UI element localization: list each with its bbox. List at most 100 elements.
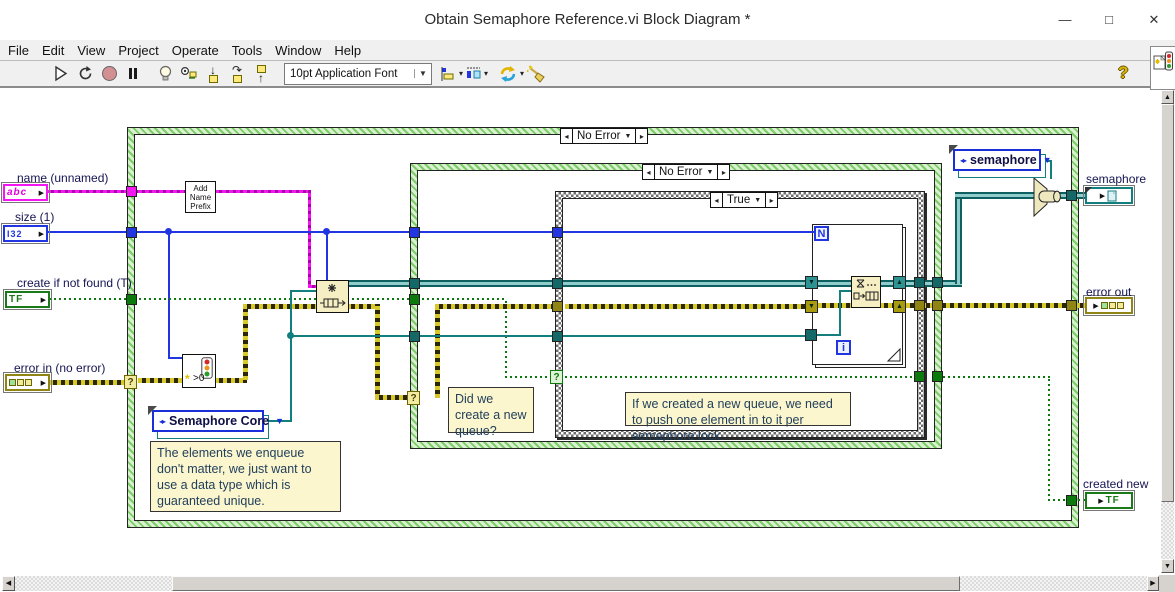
align-objects-button[interactable]: ▾	[440, 63, 463, 85]
scroll-right-button[interactable]: ▶	[1147, 576, 1159, 591]
tunnel-created-out2	[932, 371, 943, 382]
vi-icon[interactable]	[1150, 46, 1175, 90]
font-selector[interactable]: 10pt Application Font ▼	[284, 63, 432, 85]
horizontal-scrollbar-track[interactable]	[15, 576, 172, 591]
case-prev-icon[interactable]: ◂	[561, 129, 572, 143]
wire-junction	[323, 228, 330, 235]
menu-file[interactable]: File	[8, 43, 29, 58]
case-dropdown-icon[interactable]: ▼	[706, 169, 713, 176]
loop-iteration-terminal[interactable]: i	[836, 340, 851, 355]
wire-created-new-bool	[565, 376, 917, 378]
for-loop-page-fold	[887, 348, 901, 362]
menu-edit[interactable]: Edit	[42, 43, 64, 58]
case-next-icon[interactable]: ▸	[636, 129, 647, 143]
wire-size-i32	[326, 233, 328, 281]
case-prev-icon[interactable]: ◂	[643, 165, 654, 179]
case-prev-icon[interactable]: ◂	[711, 193, 722, 207]
outer-case-label[interactable]: ◂ No Error▼ ▸	[560, 128, 648, 144]
case-next-icon[interactable]: ▸	[718, 165, 729, 179]
case-dropdown-icon[interactable]: ▼	[624, 133, 631, 140]
step-into-icon: ↓	[210, 65, 216, 75]
validate-size-subvi[interactable]: * >0	[182, 354, 216, 388]
menu-operate[interactable]: Operate	[172, 43, 219, 58]
retain-wire-values-button[interactable]	[178, 63, 200, 85]
size-control-terminal[interactable]: I32 ▶	[3, 225, 48, 242]
pause-button[interactable]	[122, 63, 144, 85]
error-in-control-terminal[interactable]: ▶	[5, 374, 50, 391]
loop-count-terminal[interactable]: N	[814, 226, 829, 241]
vertical-scrollbar-thumb[interactable]	[1161, 104, 1174, 502]
run-button[interactable]	[50, 63, 72, 85]
menu-help[interactable]: Help	[334, 43, 361, 58]
error-in-label: error in (no error)	[14, 361, 105, 375]
wire-queue-refnum	[955, 192, 962, 284]
menu-tools[interactable]: Tools	[232, 43, 262, 58]
pause-icon	[129, 68, 132, 79]
input-arrow-icon: ▶	[1098, 497, 1103, 505]
retain-wire-values-icon	[180, 66, 198, 82]
scroll-up-button[interactable]: ▲	[1161, 90, 1174, 104]
type-cast-funnel-icon[interactable]	[1031, 177, 1065, 217]
error-out-indicator-terminal[interactable]: ▶	[1085, 297, 1133, 314]
semaphore-type-constant[interactable]: ◂▸ semaphore ▼	[953, 149, 1041, 173]
output-arrow-icon: ▶	[37, 230, 44, 238]
step-over-button[interactable]: ↷	[226, 63, 248, 85]
dropdown-icon[interactable]: ▼	[275, 416, 284, 426]
wire-size-i32	[47, 231, 414, 233]
maximize-button[interactable]: □	[1097, 10, 1121, 30]
shift-register-right-queue[interactable]: ▲	[893, 276, 906, 289]
wire-name-string	[215, 190, 311, 193]
semaphore-core-constant[interactable]: ◂▸ Semaphore Core ▼	[152, 410, 264, 434]
menu-window[interactable]: Window	[275, 43, 321, 58]
step-out-button[interactable]: ↑	[250, 63, 272, 85]
scroll-left-button[interactable]: ◀	[2, 576, 15, 591]
dropdown-icon[interactable]: ▼	[1043, 155, 1052, 165]
case-next-icon[interactable]: ▸	[766, 193, 777, 207]
semaphore-indicator-terminal[interactable]: ▶	[1085, 187, 1133, 204]
semaphore-type-label: semaphore	[970, 153, 1037, 167]
scroll-down-button[interactable]: ▼	[1161, 559, 1174, 573]
create-control-terminal[interactable]: TF ▶	[5, 291, 50, 308]
case-dropdown-icon[interactable]: ▼	[754, 197, 761, 204]
horizontal-scrollbar-track[interactable]	[960, 576, 1147, 591]
distribute-objects-button[interactable]: ▾	[465, 63, 488, 85]
minimize-button[interactable]: —	[1053, 10, 1077, 30]
run-continuous-button[interactable]	[74, 63, 96, 85]
vertical-scrollbar-track[interactable]	[1161, 502, 1174, 559]
name-control-terminal[interactable]: abc ▶	[3, 184, 48, 201]
wire-error	[565, 304, 808, 309]
horizontal-scrollbar-thumb[interactable]	[172, 576, 960, 591]
shift-register-left-error[interactable]: ▼	[805, 300, 818, 313]
output-arrow-icon: ▶	[39, 296, 46, 304]
shift-register-left-queue[interactable]: ▼	[805, 276, 818, 289]
font-selector-dropdown-icon[interactable]: ▼	[414, 69, 431, 78]
middle-case-label[interactable]: ◂ No Error▼ ▸	[642, 164, 730, 180]
create-label: create if not found (T)	[17, 276, 132, 290]
tunnel-error-out1	[914, 300, 925, 311]
step-into-button[interactable]: ↓	[202, 63, 224, 85]
menu-view[interactable]: View	[77, 43, 105, 58]
highlight-execution-button[interactable]	[154, 63, 176, 85]
wire-element-type	[290, 291, 292, 422]
add-name-prefix-subvi[interactable]: Add Name Prefix	[185, 181, 216, 213]
cleanup-diagram-button[interactable]	[526, 63, 548, 85]
wire-junction	[287, 332, 294, 339]
enqueue-element-node[interactable]	[851, 276, 881, 308]
step-out-icon: ↑	[258, 73, 264, 83]
inner-case-selector: ?	[550, 370, 563, 384]
wire-error	[49, 380, 125, 385]
outer-case-selector: ?	[124, 375, 137, 389]
close-button[interactable]: ✕	[1142, 10, 1166, 30]
inner-case-label[interactable]: ◂ True▼ ▸	[710, 192, 778, 208]
tunnel-created-outer	[1066, 495, 1077, 506]
created-new-indicator-terminal[interactable]: ▶ TF	[1085, 492, 1133, 509]
lightbulb-icon	[158, 65, 173, 82]
abort-button[interactable]	[98, 63, 120, 85]
toolbar: ↓ ↷ ↑ 10pt Application Font ▼ ▾ ▾ ▾	[0, 61, 1175, 88]
reorder-button[interactable]: ▾	[498, 63, 524, 85]
obtain-queue-node[interactable]	[316, 280, 349, 313]
menu-project[interactable]: Project	[118, 43, 158, 58]
wire-error	[435, 306, 440, 398]
shift-register-right-error[interactable]: ▲	[893, 300, 906, 313]
context-help-icon[interactable]: ?	[1118, 63, 1128, 83]
